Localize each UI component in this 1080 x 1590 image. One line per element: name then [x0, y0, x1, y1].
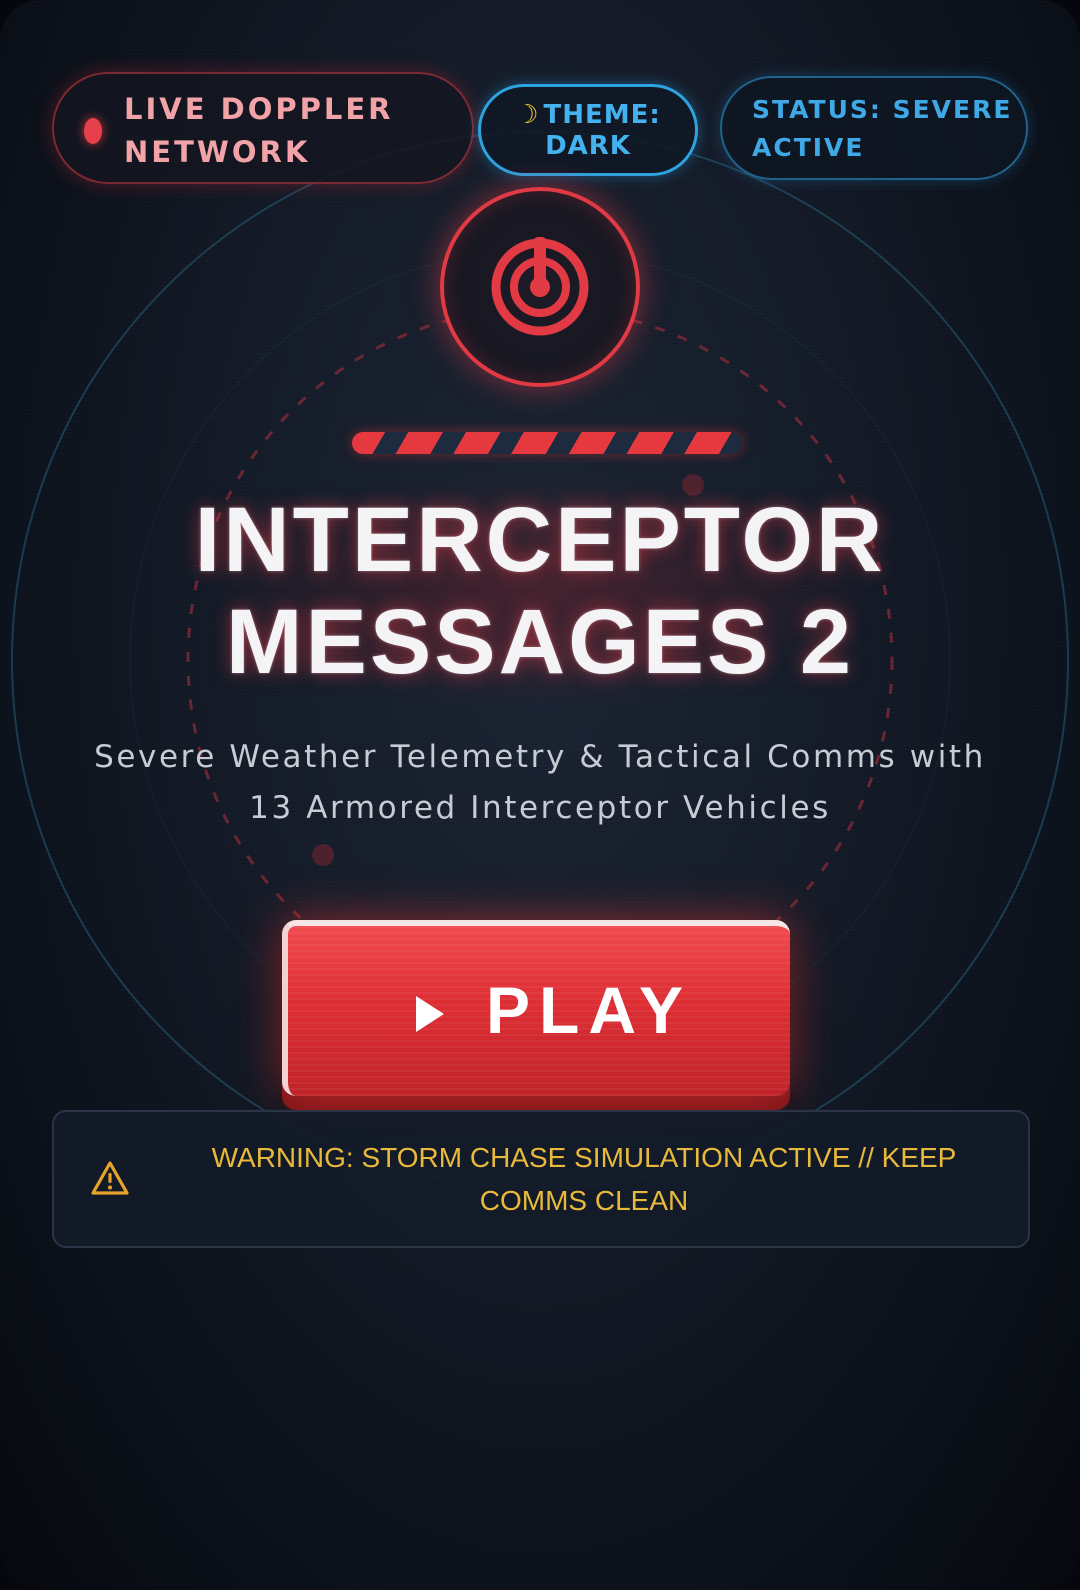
status-label: STATUS: SEVERE ACTIVE: [752, 95, 1013, 162]
theme-value: DARK: [545, 131, 631, 161]
warning-banner: WARNING: STORM CHASE SIMULATION ACTIVE /…: [52, 1110, 1030, 1248]
radar-target-icon: [491, 237, 589, 336]
status-badge: STATUS: SEVERE ACTIVE: [720, 76, 1028, 180]
game-title-line1: INTERCEPTOR: [194, 489, 886, 591]
moon-icon: ☽: [515, 100, 540, 130]
live-doppler-badge: LIVE DOPPLER NETWORK: [52, 72, 474, 184]
theme-toggle-button[interactable]: ☽ THEME: DARK: [478, 84, 698, 176]
theme-label: THEME:: [543, 100, 661, 130]
play-button[interactable]: PLAY: [282, 920, 790, 1096]
play-button-label: PLAY: [486, 973, 692, 1047]
game-subtitle: Severe Weather Telemetry & Tactical Comm…: [94, 739, 986, 826]
live-indicator-dot: [84, 118, 102, 144]
warning-text: WARNING: STORM CHASE SIMULATION ACTIVE /…: [211, 1142, 957, 1216]
radar-emblem: [440, 187, 640, 387]
play-icon: [416, 996, 444, 1032]
live-doppler-label: LIVE DOPPLER NETWORK: [124, 92, 394, 169]
game-title-line2: MESSAGES 2: [225, 591, 855, 693]
hazard-stripe: [352, 432, 742, 454]
title-screen: LIVE DOPPLER NETWORK ☽ THEME: DARK STATUS…: [0, 0, 1080, 1590]
warning-triangle-icon: [91, 1161, 129, 1195]
